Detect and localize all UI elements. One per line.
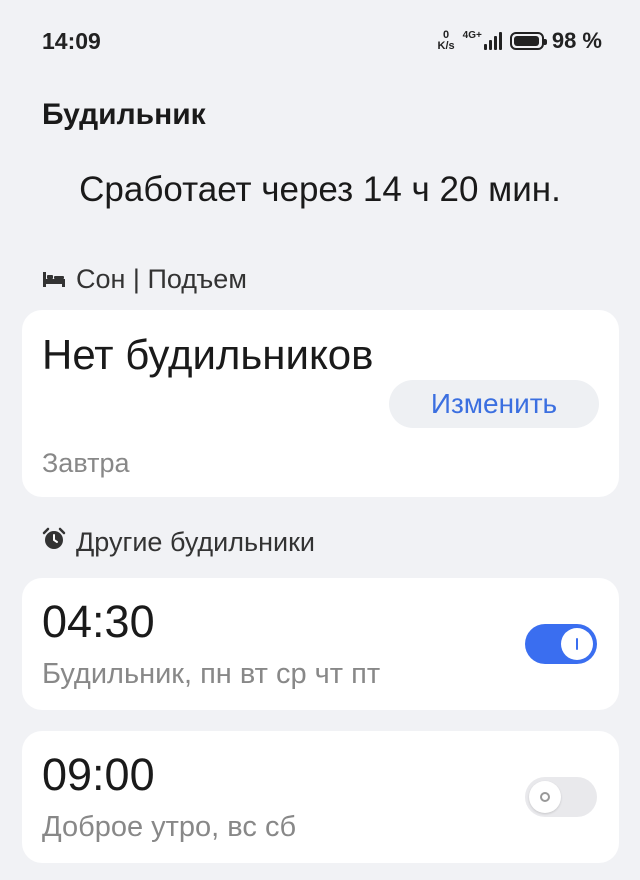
sleep-section-header: Сон | Подъем	[42, 264, 247, 295]
alarm-item[interactable]: 09:00 Доброе утро, вс сб	[22, 731, 619, 863]
other-alarms-section-header: Другие будильники	[42, 527, 315, 558]
status-icons: 0 K/s 4G+ 98 %	[438, 28, 602, 54]
alarm-clock-icon	[42, 527, 66, 558]
bed-icon	[42, 264, 66, 295]
alarm-toggle[interactable]	[525, 624, 597, 664]
network-type: 4G+	[462, 30, 482, 41]
next-alarm-countdown: Сработает через 14 ч 20 мин.	[79, 170, 561, 209]
battery-fill	[513, 36, 540, 46]
signal-bar	[493, 36, 497, 50]
toggle-knob	[529, 781, 561, 813]
sleep-section-label: Сон | Подъем	[76, 264, 247, 294]
sleep-wake-card[interactable]: Нет будильников Завтра Изменить	[22, 310, 619, 497]
other-alarms-section-label: Другие будильники	[76, 527, 315, 557]
no-alarms-text: Нет будильников	[42, 331, 374, 378]
signal-bars	[483, 32, 502, 50]
sleep-card-subtitle: Завтра	[42, 448, 130, 478]
signal-icon: 4G+	[462, 30, 502, 50]
page-title: Будильник	[42, 98, 206, 131]
alarm-description: Доброе утро, вс сб	[42, 811, 297, 843]
status-time: 14:09	[42, 27, 101, 54]
alarm-item[interactable]: 04:30 Будильник, пн вт ср чт пт	[22, 578, 619, 710]
net-speed-unit: K/s	[437, 40, 455, 52]
battery-body	[509, 32, 547, 50]
signal-bar	[483, 44, 487, 50]
battery-percent: 98 %	[551, 28, 602, 53]
signal-bar	[498, 32, 502, 50]
toggle-knob	[561, 628, 593, 660]
alarm-toggle[interactable]	[525, 777, 597, 817]
status-bar: 14:09 0 K/s 4G+ 98 %	[42, 24, 602, 58]
alarm-description: Будильник, пн вт ср чт пт	[42, 658, 381, 690]
alarm-time: 04:30	[42, 596, 155, 647]
edit-button[interactable]: Изменить	[389, 380, 599, 428]
alarm-time: 09:00	[42, 749, 155, 800]
signal-bar	[488, 40, 492, 50]
battery-icon: 98 %	[509, 28, 602, 54]
network-speed-icon: 0 K/s	[438, 30, 455, 52]
